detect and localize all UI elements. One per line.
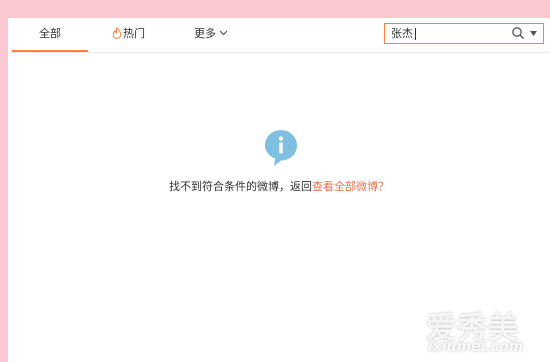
- search-input[interactable]: 张杰: [391, 24, 413, 43]
- chevron-down-icon: [219, 30, 228, 36]
- watermark-url: ixiumei.com: [428, 339, 524, 355]
- tab-bar: 全部 热门 更多 张杰: [8, 18, 550, 53]
- tab-more-label: 更多: [194, 27, 216, 40]
- fire-icon: [112, 27, 122, 39]
- view-all-weibo-link[interactable]: 查看全部微博？: [312, 180, 389, 193]
- dropdown-arrow-icon[interactable]: [530, 31, 537, 36]
- empty-state-message: 找不到符合条件的微博，返回查看全部微博？: [8, 178, 550, 194]
- search-icon[interactable]: [511, 26, 525, 40]
- tab-all-label: 全部: [39, 27, 61, 40]
- tab-hot[interactable]: 热门: [112, 18, 145, 52]
- tab-more-dropdown[interactable]: 更多: [194, 18, 228, 52]
- empty-message-text: 找不到符合条件的微博，返回: [169, 180, 312, 193]
- tab-all[interactable]: 全部: [12, 18, 88, 52]
- text-cursor: [415, 28, 416, 40]
- info-icon: [265, 130, 297, 166]
- tab-hot-label: 热门: [123, 27, 145, 40]
- search-box: 张杰: [384, 23, 544, 44]
